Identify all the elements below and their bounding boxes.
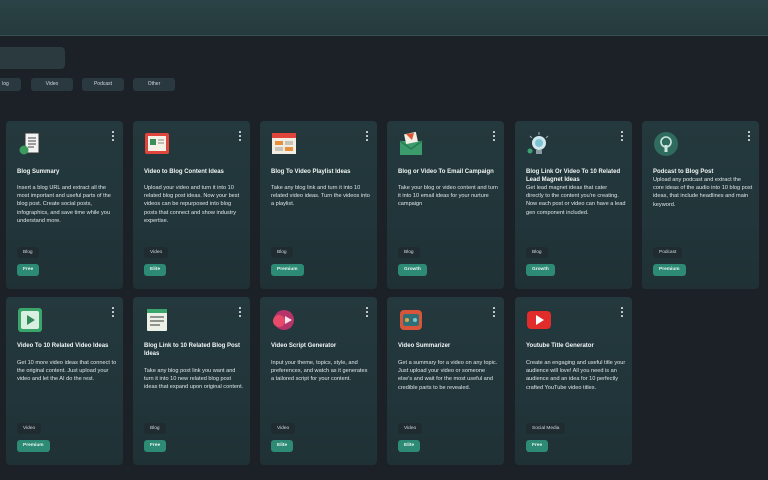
play-icon <box>17 307 43 333</box>
lightbulb-icon <box>526 131 552 157</box>
playlist-icon <box>271 131 297 157</box>
card-description: Get 10 more video ideas that connect to … <box>17 360 117 383</box>
more-options-icon[interactable] <box>111 307 115 317</box>
tier-badge: Premium <box>271 264 304 276</box>
tier-badge: Elite <box>271 440 294 452</box>
notes-icon <box>144 307 170 333</box>
card-description: Take your blog or video content and turn… <box>398 185 498 208</box>
card-title: Blog Summary <box>17 169 60 175</box>
tier-badge: Free <box>144 440 167 452</box>
filter-podcast[interactable]: Podcast <box>82 78 124 91</box>
more-options-icon[interactable] <box>365 307 369 317</box>
tool-card-video-to-video-ideas[interactable]: Video To 10 Related Video Ideas Get 10 m… <box>6 297 123 465</box>
tool-card-video-summarizer[interactable]: Video Summarizer Get a summary for a vid… <box>387 297 504 465</box>
more-options-icon[interactable] <box>111 131 115 141</box>
script-play-icon <box>271 307 297 333</box>
card-description: Get lead magnet ideas that cater directl… <box>526 185 626 216</box>
card-title: Video Summarizer <box>398 343 451 349</box>
tier-badge: Premium <box>653 264 686 276</box>
card-title: Video Script Generator <box>271 343 337 349</box>
summarizer-icon <box>398 307 424 333</box>
category-badge: Video <box>271 423 296 434</box>
category-badge: Video <box>17 423 42 434</box>
category-badge: Blog <box>398 247 420 258</box>
top-bar <box>0 0 768 36</box>
category-badge: Video <box>144 247 169 258</box>
filter-other[interactable]: Other <box>133 78 175 91</box>
card-description: Get a summary for a video on any topic. … <box>398 360 498 391</box>
tool-card-podcast-to-blog[interactable]: Podcast to Blog Post Upload any podcast … <box>642 121 759 289</box>
tool-card-blog-summary[interactable]: Blog Summary Insert a blog URL and extra… <box>6 121 123 289</box>
search-input[interactable] <box>0 47 65 69</box>
more-options-icon[interactable] <box>238 131 242 141</box>
category-badge: Social Media <box>526 423 566 434</box>
tier-badge: Elite <box>144 264 167 276</box>
tier-badge: Growth <box>526 264 555 276</box>
card-description: Insert a blog URL and extract all the mo… <box>17 185 111 224</box>
tier-badge: Elite <box>398 440 421 452</box>
tier-badge: Growth <box>398 264 427 276</box>
card-title: Blog To Video Playlist Ideas <box>271 169 351 175</box>
more-options-icon[interactable] <box>365 131 369 141</box>
card-title: Video To 10 Related Video Ideas <box>17 343 109 349</box>
card-description: Take any blog post link you want and tur… <box>144 368 244 391</box>
tier-badge: Free <box>526 440 549 452</box>
category-badge: Podcast <box>653 247 683 258</box>
card-title: Blog Link to 10 Related Blog Post Ideas <box>144 343 241 357</box>
card-description: Upload any podcast and extract the core … <box>653 177 753 208</box>
more-options-icon[interactable] <box>620 131 624 141</box>
card-title: Blog Link Or Video To 10 Related Lead Ma… <box>526 169 621 183</box>
card-description: Input your theme, topics, style, and pre… <box>271 360 368 383</box>
tool-card-lead-magnet-ideas[interactable]: Blog Link Or Video To 10 Related Lead Ma… <box>515 121 632 289</box>
more-options-icon[interactable] <box>238 307 242 317</box>
filter-blog[interactable]: log <box>0 78 21 91</box>
filter-video[interactable]: Video <box>31 78 73 91</box>
more-options-icon[interactable] <box>620 307 624 317</box>
card-title: Video to Blog Content Ideas <box>144 169 224 175</box>
category-badge: Video <box>398 423 423 434</box>
video-frame-icon <box>144 131 170 157</box>
category-badge: Blog <box>271 247 293 258</box>
category-badge: Blog <box>144 423 166 434</box>
card-title: Blog or Video To Email Campaign <box>398 169 494 175</box>
card-title: Youtube Title Generator <box>526 343 594 349</box>
tier-badge: Free <box>17 264 40 276</box>
more-options-icon[interactable] <box>747 131 751 141</box>
tool-card-youtube-title-generator[interactable]: Youtube Title Generator Create an engagi… <box>515 297 632 465</box>
tool-card-blog-to-video-playlist[interactable]: Blog To Video Playlist Ideas Take any bl… <box>260 121 377 289</box>
card-title: Podcast to Blog Post <box>653 169 714 175</box>
email-icon <box>398 131 424 157</box>
card-description: Take any blog link and turn it into 10 r… <box>271 185 370 208</box>
document-icon <box>17 131 43 157</box>
category-badge: Blog <box>17 247 39 258</box>
card-description: Upload your video and turn it into 10 re… <box>144 185 240 224</box>
tier-badge: Premium <box>17 440 50 452</box>
more-options-icon[interactable] <box>492 131 496 141</box>
tool-card-email-campaign[interactable]: Blog or Video To Email Campaign Take you… <box>387 121 504 289</box>
podcast-icon <box>653 131 679 157</box>
category-badge: Blog <box>526 247 548 258</box>
tool-card-video-to-blog-ideas[interactable]: Video to Blog Content Ideas Upload your … <box>133 121 250 289</box>
youtube-icon <box>526 307 552 333</box>
card-description: Create an engaging and useful title your… <box>526 360 626 391</box>
tool-card-video-script-generator[interactable]: Video Script Generator Input your theme,… <box>260 297 377 465</box>
more-options-icon[interactable] <box>492 307 496 317</box>
tool-card-related-blog-ideas[interactable]: Blog Link to 10 Related Blog Post Ideas … <box>133 297 250 465</box>
